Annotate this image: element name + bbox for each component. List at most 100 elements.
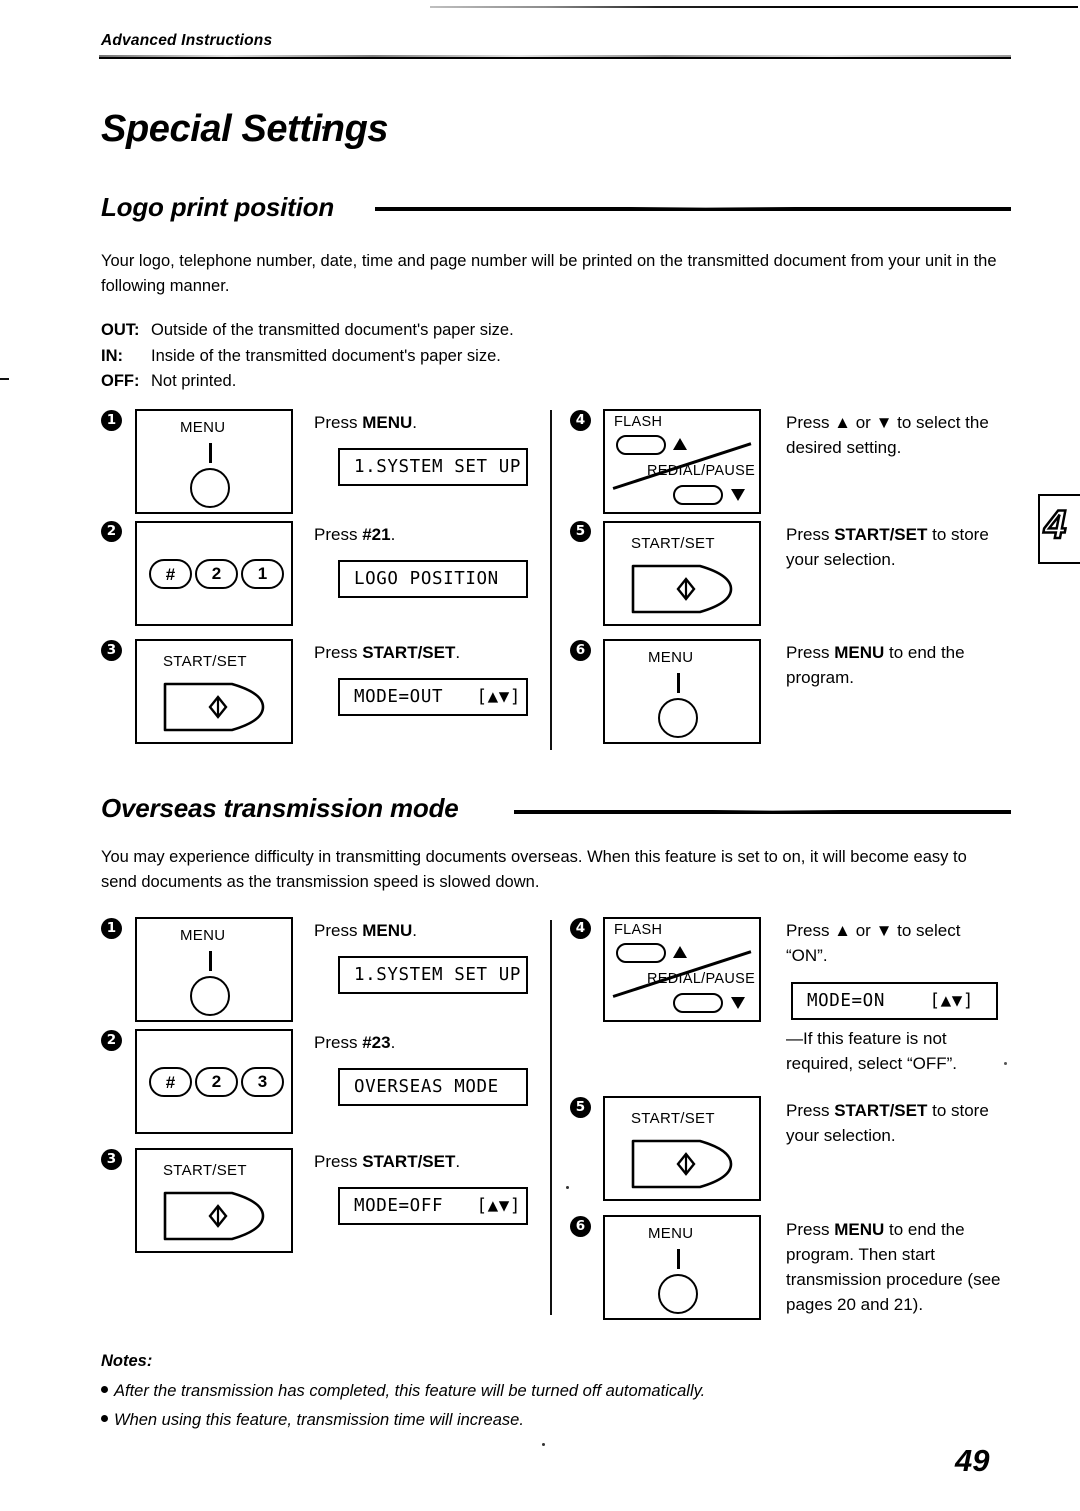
redial-pause-key-label: REDIAL/PAUSE (647, 971, 756, 987)
startset-key[interactable] (162, 1190, 270, 1242)
bullet-icon (101, 1415, 108, 1422)
flash-key[interactable] (616, 943, 666, 963)
bullet-icon (101, 1386, 108, 1393)
definition-desc: Outside of the transmitted document's pa… (151, 321, 514, 339)
panel-startset-key: START/SET (603, 521, 761, 626)
flash-key[interactable] (616, 435, 666, 455)
lcd-display: MODE=OFF [▲▼] (338, 1187, 528, 1225)
down-arrow-icon (731, 489, 745, 501)
lcd-text: LOGO POSITION (354, 569, 499, 589)
definition-term: IN: (101, 346, 123, 365)
keypad-key-label: 1 (257, 564, 268, 583)
lcd-display: 1.SYSTEM SET UP (338, 956, 528, 994)
step-number: 2 (101, 521, 122, 542)
panel-startset-key: START/SET (135, 639, 293, 744)
note-text: When using this feature, transmission ti… (114, 1411, 524, 1429)
keypad-key-label: # (165, 564, 176, 584)
panel-keypad: # 2 1 (135, 521, 293, 626)
step-instruction: Press START/SET. (314, 1149, 539, 1174)
redial-pause-key-label: REDIAL/PAUSE (647, 463, 756, 479)
sidenote-text: —If this feature is not required, select… (786, 1029, 957, 1073)
column-divider (550, 410, 552, 750)
menu-key-circle[interactable] (190, 976, 230, 1016)
notes-heading: Notes: (101, 1352, 153, 1370)
down-arrow-icon (731, 997, 745, 1009)
menu-key-circle[interactable] (190, 468, 230, 508)
redial-pause-key[interactable] (673, 993, 723, 1013)
definition-desc: Inside of the transmitted document's pap… (151, 346, 501, 365)
lcd-display: MODE=ON [▲▼] (791, 982, 998, 1020)
up-arrow-icon (673, 946, 687, 958)
running-head: Advanced Instructions (101, 32, 273, 49)
step-number: 6 (570, 640, 591, 661)
keypad-key-hash[interactable]: # (149, 1067, 192, 1097)
startset-key-label: START/SET (163, 1162, 247, 1179)
menu-key-stem (677, 673, 680, 693)
header-rule (99, 55, 1011, 59)
instruction-text: Press MENU. (314, 921, 417, 940)
section-intro-logo: Your logo, telephone number, date, time … (101, 252, 997, 295)
section-heading-overseas-transmission-mode: Overseas transmission mode (101, 793, 459, 823)
step-number: 5 (570, 521, 591, 542)
definition-row: IN: Inside of the transmitted document's… (101, 344, 701, 370)
menu-key-stem (209, 951, 212, 971)
step-number: 1 (101, 918, 122, 939)
instruction-text: Press START/SET to store your selection. (786, 1101, 989, 1145)
redial-pause-key[interactable] (673, 485, 723, 505)
keypad-key-2[interactable]: 2 (195, 1067, 238, 1097)
panel-keypad: # 2 3 (135, 1029, 293, 1134)
step-instruction: Press MENU. (314, 918, 529, 943)
keypad-key-label: 2 (211, 1072, 222, 1091)
lcd-text: 1.SYSTEM SET UP (354, 457, 522, 477)
scan-speck (566, 1186, 569, 1189)
definition-row: OUT: Outside of the transmitted document… (101, 318, 701, 344)
instruction-text: Press ▲ or ▼ to select “ON”. (786, 921, 961, 965)
lcd-text: MODE=OFF [▲▼] (354, 1196, 522, 1216)
step-number: 1 (101, 410, 122, 431)
lcd-text: MODE=OUT [▲▼] (354, 687, 522, 707)
menu-key-label: MENU (648, 649, 694, 666)
menu-key-circle[interactable] (658, 1274, 698, 1314)
lcd-display: MODE=OUT [▲▼] (338, 678, 528, 716)
menu-key-label: MENU (648, 1225, 694, 1242)
menu-key-circle[interactable] (658, 698, 698, 738)
menu-key-stem (677, 1249, 680, 1269)
panel-flash-redial: FLASH REDIAL/PAUSE (603, 917, 761, 1022)
lcd-display: 1.SYSTEM SET UP (338, 448, 528, 486)
lcd-text: OVERSEAS MODE (354, 1077, 499, 1097)
step-sidenote: —If this feature is not required, select… (786, 1026, 1011, 1076)
definition-desc: Not printed. (151, 372, 237, 390)
step-instruction: Press #21. (314, 522, 529, 547)
instruction-text: Press START/SET. (314, 643, 461, 662)
keypad-key-2[interactable]: 2 (195, 559, 238, 589)
lcd-text: MODE=ON [▲▼] (807, 991, 975, 1011)
instruction-text: Press MENU to end the program. Then star… (786, 1220, 1001, 1314)
section-rule (375, 206, 1011, 211)
keypad-key-1[interactable]: 1 (241, 559, 284, 589)
scan-artifact-top-line (430, 6, 1078, 8)
instruction-text: Press START/SET to store your selection. (786, 525, 989, 569)
step-instruction: Press ▲ or ▼ to select “ON”. (786, 918, 1001, 968)
step-number: 2 (101, 1030, 122, 1051)
startset-key[interactable] (162, 681, 270, 733)
startset-key[interactable] (630, 563, 738, 615)
step-instruction: Press MENU to end the program. Then star… (786, 1217, 1001, 1317)
step-number: 4 (570, 918, 591, 939)
menu-key-label: MENU (180, 927, 226, 944)
instruction-text: Press #21. (314, 525, 396, 544)
panel-flash-redial: FLASH REDIAL/PAUSE (603, 409, 761, 514)
keypad-key-label: 2 (211, 564, 222, 583)
step-instruction: Press MENU to end the program. (786, 640, 1001, 690)
startset-key[interactable] (630, 1138, 738, 1190)
instruction-text: Press MENU. (314, 413, 417, 432)
manual-page: Advanced Instructions Special Settings L… (0, 0, 1080, 1511)
keypad-key-hash[interactable]: # (149, 559, 192, 589)
note-item: When using this feature, transmission ti… (101, 1408, 981, 1432)
section-rule (514, 809, 1011, 814)
instruction-text: Press MENU to end the program. (786, 643, 965, 687)
keypad-key-3[interactable]: 3 (241, 1067, 284, 1097)
step-instruction: Press #23. (314, 1030, 529, 1055)
scan-speck (542, 1443, 545, 1446)
menu-key-stem (209, 443, 212, 463)
step-number: 3 (101, 640, 122, 661)
